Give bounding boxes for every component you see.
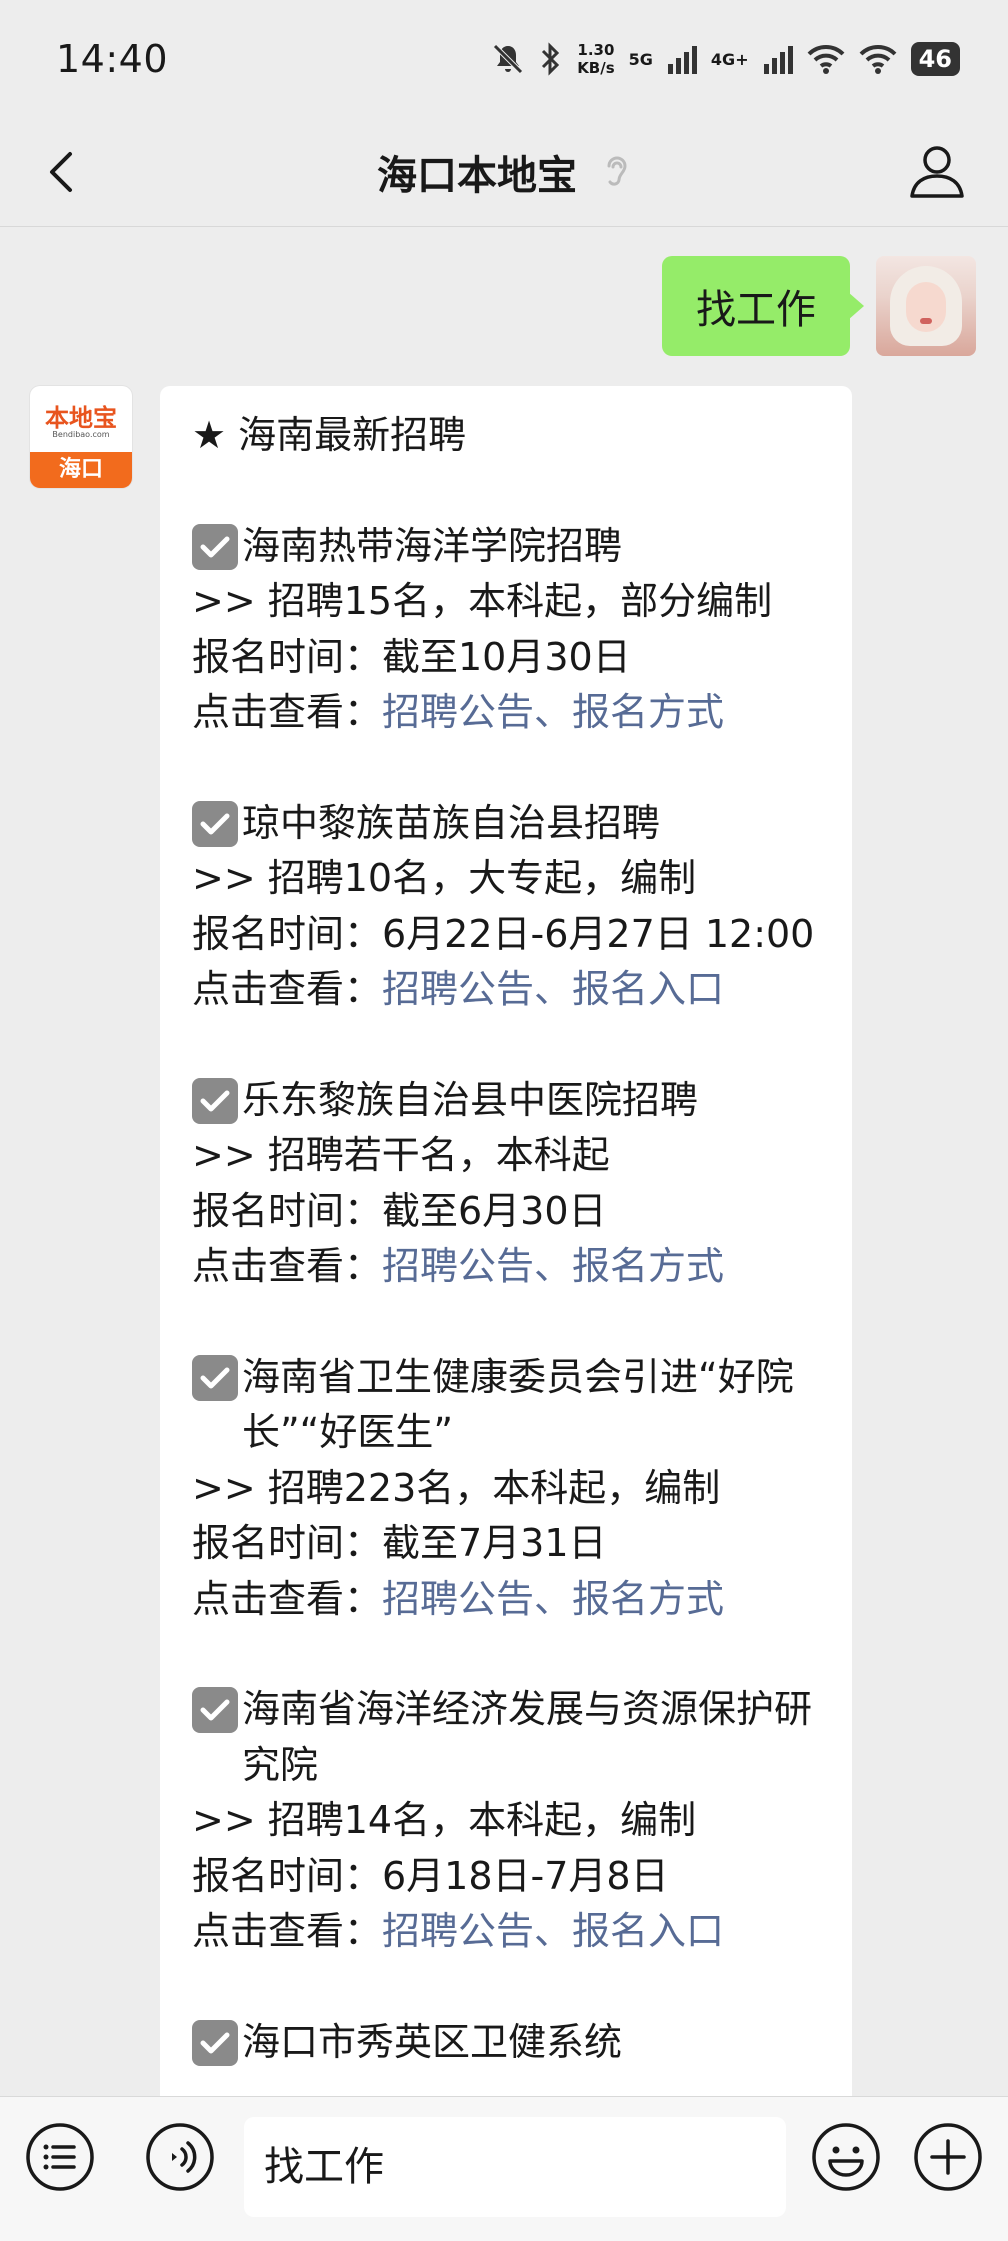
bot-message-bubble[interactable]: ★ 海南最新招聘 海南热带海洋学院招聘 >> 招聘15名，本科起，部分编制 报名… — [160, 386, 852, 2096]
job-links-row: 点击查看：招聘公告、报名入口 — [192, 962, 828, 1018]
mute-bell-icon — [493, 44, 523, 74]
job-links[interactable]: 招聘公告、报名方式 — [382, 1244, 724, 1288]
see-label: 点击查看： — [192, 967, 383, 1011]
checkbox-icon — [192, 2019, 238, 2066]
job-item: 海南省海洋经济发展与资源保护研究院 >> 招聘14名，本科起，编制 报名时间：6… — [192, 1682, 828, 1960]
logo-url: Bendibao.com — [52, 430, 110, 439]
plus-icon[interactable] — [912, 2121, 984, 2193]
job-time: 报名时间：截至7月31日 — [192, 1521, 607, 1565]
page-title-text: 海口本地宝 — [377, 153, 577, 199]
chevron-left-icon[interactable] — [34, 142, 94, 202]
job-detail: >> 招聘若干名，本科起 — [192, 1133, 610, 1177]
input-bar: 找工作 — [0, 2096, 1008, 2241]
logo-city: 海口 — [30, 452, 132, 488]
message-input[interactable]: 找工作 — [244, 2117, 786, 2217]
checkbox-icon — [192, 1687, 238, 1733]
job-item: 海南热带海洋学院招聘 >> 招聘15名，本科起，部分编制 报名时间：截至10月3… — [192, 519, 828, 741]
job-time: 报名时间：截至10月30日 — [192, 634, 631, 679]
job-detail: >> 招聘10名，大专起，编制 — [192, 856, 697, 900]
job-links-row: 点击查看：招聘公告、报名方式 — [192, 1239, 828, 1295]
job-links-row: 点击查看：招聘公告、报名方式 — [192, 1572, 828, 1628]
job-links[interactable]: 招聘公告、报名入口 — [382, 967, 724, 1011]
bluetooth-icon — [542, 42, 560, 76]
page-title: 海口本地宝 — [377, 143, 631, 201]
job-detail: >> 招聘14名，本科起，编制 — [192, 1798, 697, 1842]
job-title: 海南省海洋经济发展与资源保护研究院 — [242, 1687, 813, 1787]
status-icons: 1.30 KB/s 5G 4G+ 46 — [491, 41, 960, 77]
job-title: 乐东黎族自治县中医院招聘 — [242, 1077, 699, 1122]
person-icon[interactable] — [904, 138, 970, 204]
signal-bars-icon — [667, 46, 697, 74]
status-bar: 14:40 1.30 KB/s 5G 4G+ 46 — [0, 0, 1008, 118]
user-avatar[interactable] — [876, 256, 976, 356]
job-detail: >> 招聘223名，本科起，编制 — [192, 1465, 721, 1510]
checkbox-icon — [192, 523, 238, 570]
job-item: 乐东黎族自治县中医院招聘 >> 招聘若干名，本科起 报名时间：截至6月30日 点… — [192, 1073, 828, 1295]
see-label: 点击查看： — [192, 1244, 383, 1288]
checkbox-icon — [192, 1077, 238, 1124]
signal-5g-label: 5G — [628, 49, 653, 69]
battery-indicator: 46 — [910, 42, 960, 76]
net-speed: 1.30 KB/s — [577, 41, 615, 77]
nav-bar: 海口本地宝 — [0, 118, 1008, 227]
signal-4g-label: 4G+ — [710, 49, 749, 69]
see-label: 点击查看： — [192, 1909, 383, 1953]
emoji-icon[interactable] — [810, 2121, 882, 2193]
job-title: 琼中黎族苗族自治县招聘 — [242, 800, 661, 845]
voice-icon[interactable] — [144, 2121, 216, 2193]
job-links-row: 点击查看：招聘公告、报名方式 — [192, 685, 828, 741]
user-message-text: 找工作 — [696, 287, 816, 333]
job-time: 报名时间：6月18日-7月8日 — [192, 1853, 669, 1898]
see-label: 点击查看： — [192, 690, 383, 734]
wifi-icon — [859, 44, 897, 74]
job-links[interactable]: 招聘公告、报名入口 — [382, 1909, 724, 1953]
job-time: 报名时间：6月22日-6月27日 12:00 — [192, 911, 815, 956]
job-links-row: 点击查看：招聘公告、报名入口 — [192, 1904, 828, 1960]
job-links[interactable]: 招聘公告、报名方式 — [382, 1577, 724, 1621]
job-title: 海口市秀英区卫健系统 — [242, 2019, 623, 2064]
job-item: 海口市秀英区卫健系统 — [192, 2015, 828, 2071]
job-links[interactable]: 招聘公告、报名方式 — [382, 690, 724, 734]
job-title: 海南省卫生健康委员会引进“好院长”“好医生” — [242, 1354, 794, 1455]
see-label: 点击查看： — [192, 1576, 383, 1621]
checkbox-icon — [192, 800, 238, 847]
signal-bars-icon — [763, 46, 793, 74]
wifi-icon — [807, 44, 845, 74]
bot-avatar[interactable]: 本地宝 Bendibao.com 海口 — [30, 386, 132, 488]
message-header: ★ 海南最新招聘 — [192, 413, 467, 457]
checkbox-icon — [192, 1354, 238, 1401]
logo-title: 本地宝 — [45, 404, 117, 432]
user-message-bubble[interactable]: 找工作 — [662, 256, 864, 356]
status-time: 14:40 — [56, 37, 169, 81]
job-time: 报名时间：截至6月30日 — [192, 1188, 607, 1233]
job-detail: >> 招聘15名，本科起，部分编制 — [192, 579, 773, 623]
job-title: 海南热带海洋学院招聘 — [242, 523, 623, 568]
list-icon[interactable] — [24, 2121, 96, 2193]
ear-icon — [607, 156, 627, 186]
chat-area[interactable]: 找工作 本地宝 Bendibao.com 海口 ★ 海南最新招聘 海南热带海洋学… — [0, 226, 1008, 2096]
job-item: 琼中黎族苗族自治县招聘 >> 招聘10名，大专起，编制 报名时间：6月22日-6… — [192, 796, 828, 1018]
job-item: 海南省卫生健康委员会引进“好院长”“好医生” >> 招聘223名，本科起，编制 … — [192, 1350, 828, 1628]
